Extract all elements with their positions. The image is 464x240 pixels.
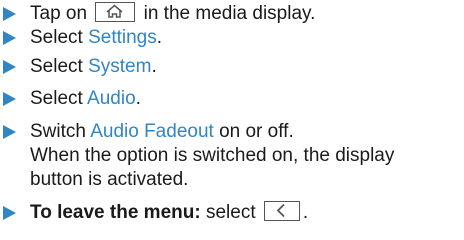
step-bullet-icon [3, 7, 16, 21]
step-text: Select Settings. [30, 26, 458, 50]
step-text-after: in the media display. [138, 3, 316, 24]
instruction-page: Tap on in the media display. Select Sett… [0, 0, 464, 240]
step-text: Select System. [30, 55, 458, 79]
step-note-text: button is activated. [30, 169, 189, 190]
step-text: Select Audio. [30, 87, 458, 111]
step-text-before: Tap on [30, 3, 93, 24]
step-bullet-icon [3, 125, 16, 139]
step-text-select: select [205, 202, 261, 223]
step-bullet-icon [3, 206, 16, 220]
step-suffix: . [302, 202, 309, 223]
step-suffix: on or off. [213, 121, 294, 142]
step-suffix: . [156, 27, 163, 48]
step-suffix: . [135, 88, 141, 109]
menu-item-audio: Audio [87, 88, 136, 109]
menu-item-settings: Settings [88, 27, 157, 48]
step-text: Tap on in the media display. [30, 1, 458, 26]
back-button-icon [263, 200, 300, 221]
step-text: To leave the menu: select . [30, 200, 458, 225]
step-bullet-icon [3, 60, 16, 74]
step-prefix: Switch [30, 121, 91, 142]
step-bold-label: To leave the menu: [30, 202, 201, 223]
step-prefix: Select [30, 27, 89, 48]
step-text: Switch Audio Fadeout on or off. [30, 120, 458, 144]
step-bullet-icon [3, 92, 16, 106]
menu-item-system: System [88, 56, 152, 77]
step-suffix: . [151, 56, 157, 77]
step-note-text: When the option is switched on, the disp… [30, 145, 395, 166]
step-bullet-icon [3, 31, 16, 45]
menu-item-audio-fadeout: Audio Fadeout [90, 121, 214, 142]
step-prefix: Select [30, 88, 88, 109]
home-button-icon [95, 1, 136, 22]
step-prefix: Select [30, 56, 89, 77]
